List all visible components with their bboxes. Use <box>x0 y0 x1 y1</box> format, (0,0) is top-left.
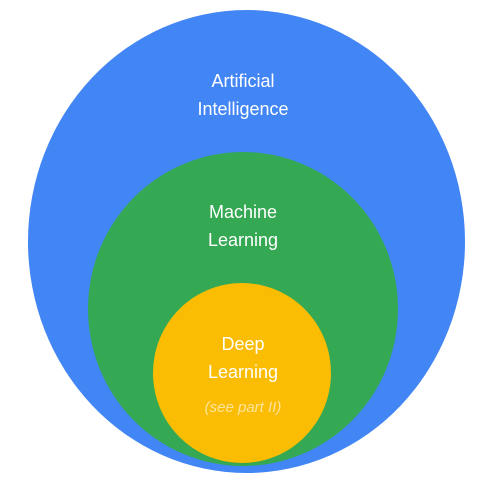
deep-learning-label: Deep Learning <box>173 330 313 386</box>
machine-learning-label-line2: Learning <box>207 230 279 250</box>
deep-learning-label-line2: Learning <box>207 362 279 382</box>
deep-learning-label-line1: Deep <box>221 334 265 354</box>
artificial-intelligence-label-line2: Intelligence <box>197 99 289 119</box>
artificial-intelligence-label-line1: Artificial <box>211 71 275 91</box>
machine-learning-label: Machine Learning <box>168 198 318 254</box>
machine-learning-label-line1: Machine <box>208 202 278 222</box>
artificial-intelligence-label: Artificial Intelligence <box>168 67 318 123</box>
deep-learning-note: (see part II) <box>204 399 282 416</box>
